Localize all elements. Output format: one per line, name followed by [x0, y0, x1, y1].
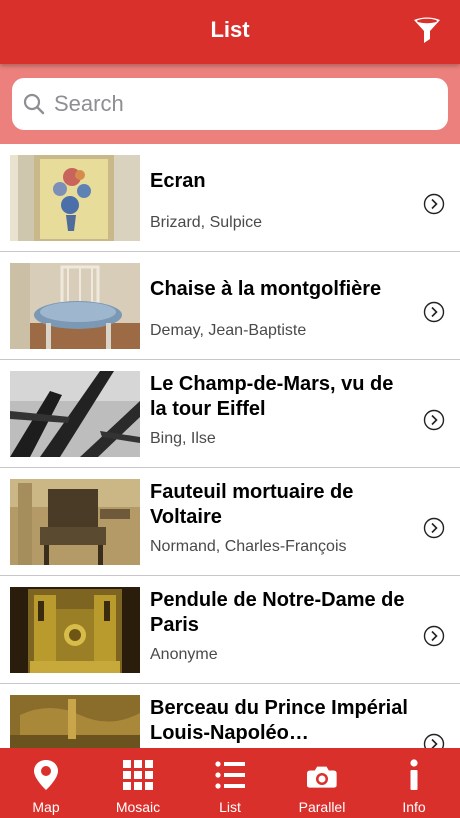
- artwork-title: Pendule de Notre-Dame de Paris: [150, 589, 405, 636]
- list-item[interactable]: Berceau du Prince Impérial Louis-Napoléo…: [0, 684, 460, 748]
- artwork-artist: Anonyme: [150, 646, 218, 663]
- artwork-title: Chaise à la montgolfière: [150, 278, 382, 300]
- tab-bar: Map Mosaic List Parallel Info: [0, 748, 460, 818]
- tab-label: Map: [32, 799, 60, 815]
- artwork-title: Ecran: [150, 170, 206, 192]
- tab-info[interactable]: Info: [368, 748, 460, 818]
- artwork-artist: Bing, Ilse: [150, 430, 216, 447]
- artwork-list: Ecran Brizard, Sulpice Chaise à la montg…: [0, 144, 460, 748]
- chevron-right-icon: [423, 733, 445, 748]
- artwork-thumbnail: [10, 155, 140, 241]
- search-input[interactable]: [54, 86, 434, 122]
- navigation-bar: List: [0, 0, 460, 64]
- tab-label: Info: [402, 799, 426, 815]
- tab-map[interactable]: Map: [0, 748, 92, 818]
- tab-parallel[interactable]: Parallel: [276, 748, 368, 818]
- list-item[interactable]: Chaise à la montgolfière Demay, Jean-Bap…: [0, 252, 460, 360]
- list-icon: [215, 761, 245, 789]
- chevron-right-icon: [423, 409, 445, 431]
- filter-button[interactable]: [412, 16, 442, 46]
- artwork-title: Berceau du Prince Impérial Louis-Napoléo…: [150, 697, 408, 744]
- artwork-thumbnail: [10, 371, 140, 457]
- artwork-thumbnail: [10, 263, 140, 349]
- tab-mosaic[interactable]: Mosaic: [92, 748, 184, 818]
- list-item[interactable]: Le Champ-de-Mars, vu de la tour Eiffel B…: [0, 360, 460, 468]
- tab-label: List: [219, 799, 241, 815]
- artwork-thumbnail: [10, 587, 140, 673]
- info-icon: [410, 759, 418, 790]
- chevron-right-icon: [423, 517, 445, 539]
- search-field[interactable]: [12, 78, 448, 130]
- list-item[interactable]: Pendule de Notre-Dame de Paris Anonyme: [0, 576, 460, 684]
- chevron-right-icon: [423, 625, 445, 647]
- artwork-artist: Brizard, Sulpice: [150, 214, 263, 231]
- filter-icon: [414, 17, 440, 43]
- list-item[interactable]: Fauteuil mortuaire de Voltaire Normand, …: [0, 468, 460, 576]
- search-bar: [0, 64, 460, 144]
- chevron-right-icon: [423, 193, 445, 215]
- artwork-thumbnail: [10, 479, 140, 565]
- chevron-right-icon: [423, 301, 445, 323]
- map-pin-icon: [34, 760, 58, 790]
- camera-icon: [307, 766, 337, 788]
- artwork-title: Fauteuil mortuaire de Voltaire: [150, 481, 354, 528]
- list-item[interactable]: Ecran Brizard, Sulpice: [0, 144, 460, 252]
- page-title: List: [210, 17, 250, 42]
- artwork-thumbnail: [10, 695, 140, 748]
- tab-label: Mosaic: [115, 799, 161, 815]
- search-icon: [23, 93, 45, 115]
- artwork-artist: Normand, Charles-François: [150, 538, 347, 555]
- grid-icon: [123, 760, 153, 790]
- tab-list[interactable]: List: [184, 748, 276, 818]
- artwork-artist: Demay, Jean-Baptiste: [150, 322, 307, 339]
- tab-label: Parallel: [298, 799, 346, 815]
- artwork-title: Le Champ-de-Mars, vu de la tour Eiffel: [150, 373, 394, 420]
